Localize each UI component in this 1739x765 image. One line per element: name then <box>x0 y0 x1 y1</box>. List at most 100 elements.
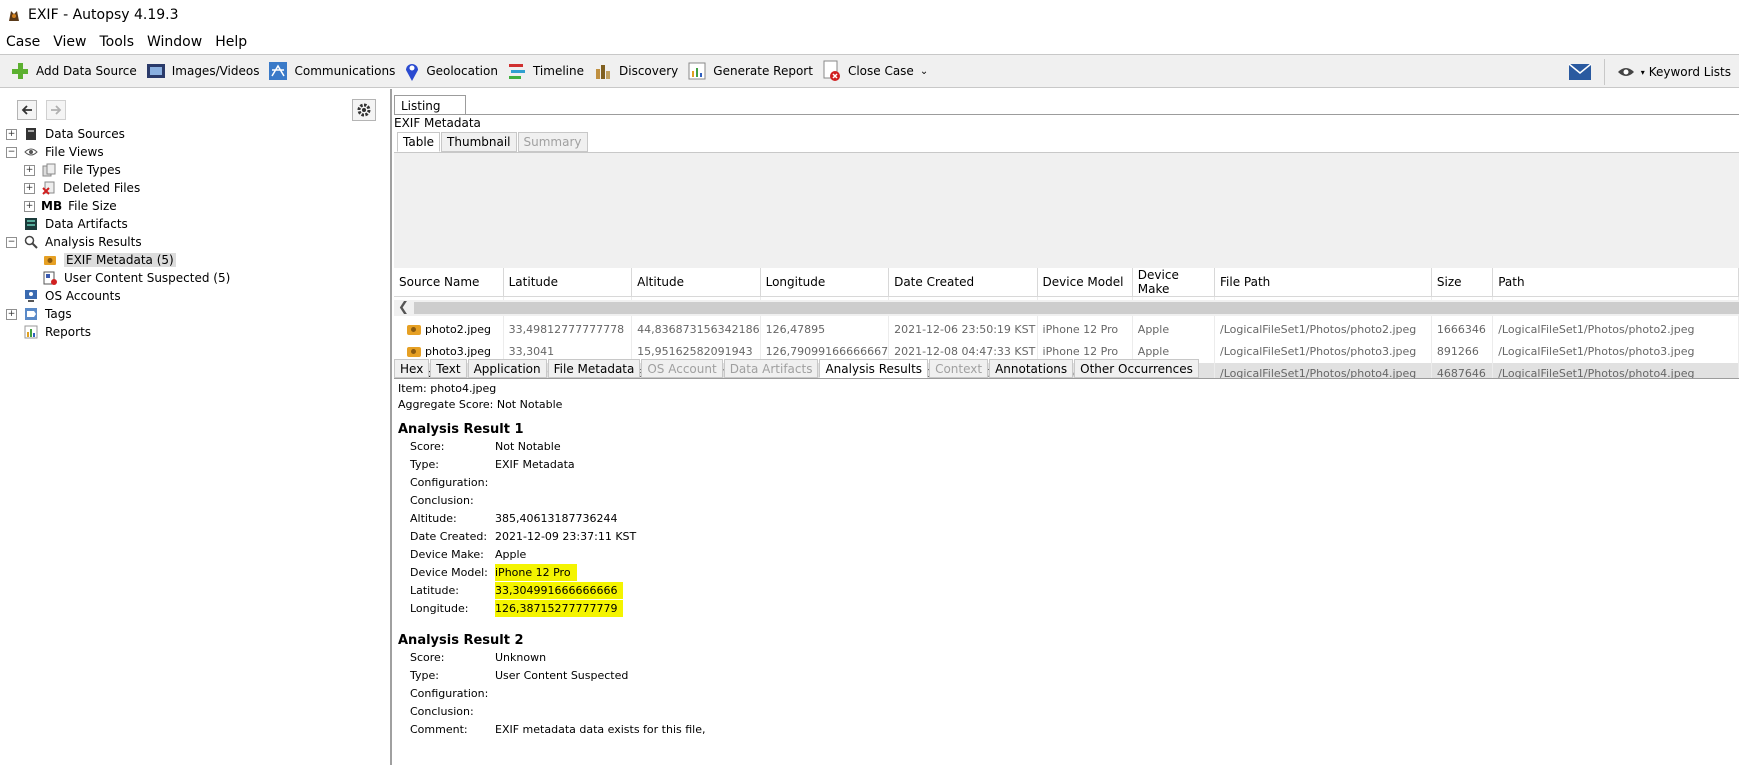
table-cell: 2021-12-06 23:50:19 KST <box>888 318 1038 341</box>
menu-window[interactable]: Window <box>147 34 202 50</box>
images-videos-label: Images/Videos <box>171 64 260 78</box>
tree-item-tags[interactable]: + Tags <box>6 305 72 323</box>
tree-item-file-views[interactable]: − File Views <box>6 143 104 161</box>
listing-subtitle: EXIF Metadata <box>394 116 481 130</box>
column-header[interactable]: Date Created <box>888 268 1038 297</box>
expand-icon[interactable]: + <box>6 308 17 320</box>
column-header[interactable]: Altitude <box>631 268 761 297</box>
tab-application[interactable]: Application <box>467 359 547 378</box>
add-data-source-button[interactable]: Add Data Source <box>10 57 137 85</box>
table-cell: /LogicalFileSet1/Photos/photo2.jpeg <box>1214 318 1432 341</box>
result-title: Analysis Result 2 <box>398 633 524 648</box>
tab-other-occurrences[interactable]: Other Occurrences <box>1074 359 1199 378</box>
tree-item-label: Data Artifacts <box>45 217 128 231</box>
collapse-icon[interactable]: − <box>6 236 17 248</box>
tab-annotations[interactable]: Annotations <box>989 359 1074 378</box>
collapse-icon[interactable]: − <box>6 146 17 158</box>
mail-icon[interactable] <box>1568 63 1592 81</box>
tree-item-os-accounts[interactable]: OS Accounts <box>23 287 121 305</box>
scroll-left-icon[interactable]: ❮ <box>398 300 409 315</box>
column-header[interactable]: Path <box>1492 268 1739 297</box>
column-header[interactable]: Device Model <box>1037 268 1133 297</box>
expand-icon[interactable]: + <box>24 200 35 212</box>
table-cell: 33,49812777777778 <box>503 318 633 341</box>
gear-icon[interactable] <box>352 99 376 121</box>
images-videos-button[interactable]: Images/Videos <box>146 57 260 85</box>
network-icon <box>269 62 288 80</box>
source-name: photo3.jpeg <box>425 345 492 358</box>
field-value: User Content Suspected <box>495 669 628 682</box>
camera-icon <box>407 347 421 357</box>
tab-listing[interactable]: Listing <box>394 95 466 115</box>
forward-arrow-icon[interactable] <box>46 100 66 120</box>
menu-case[interactable]: Case <box>6 34 40 50</box>
scrollbar-thumb[interactable] <box>414 302 1739 314</box>
close-case-button[interactable]: Close Case ⌄ <box>822 57 928 85</box>
timeline-button[interactable]: Timeline <box>507 57 584 85</box>
column-header[interactable]: Source Name <box>394 268 504 297</box>
tab-text[interactable]: Text <box>430 359 467 378</box>
tree-item-label: Deleted Files <box>63 181 141 195</box>
expand-icon[interactable]: + <box>24 164 35 176</box>
table-cell: /LogicalFileSet1/Photos/photo2.jpeg <box>1492 318 1739 341</box>
tree-item-data-sources[interactable]: + Data Sources <box>6 125 125 143</box>
tab-table[interactable]: Table <box>397 132 441 152</box>
tab-data-artifacts: Data Artifacts <box>723 359 819 378</box>
field-value: EXIF Metadata <box>495 458 575 471</box>
generate-report-label: Generate Report <box>713 64 813 78</box>
listing-subtabs: Table Thumbnail Summary <box>397 132 589 152</box>
tab-hex[interactable]: Hex <box>394 359 430 378</box>
table-cell: 891266 <box>1431 340 1494 363</box>
menu-view[interactable]: View <box>53 34 86 50</box>
horizontal-scrollbar[interactable]: ❮ <box>394 300 1739 316</box>
geolocation-label: Geolocation <box>426 64 498 78</box>
tab-thumbnail[interactable]: Thumbnail <box>441 132 517 152</box>
generate-report-button[interactable]: Generate Report <box>687 57 813 85</box>
plus-icon <box>12 63 28 79</box>
field-label: Configuration: <box>410 687 489 700</box>
tree-item-reports[interactable]: Reports <box>23 323 91 341</box>
field-value: iPhone 12 Pro <box>495 564 577 581</box>
field-value: 33,304991666666666 <box>495 582 624 599</box>
geolocation-button[interactable]: Geolocation <box>404 57 498 85</box>
file-types-icon <box>41 162 57 178</box>
toolbar-right: ▾ Keyword Lists <box>1568 55 1731 89</box>
tree-item-exif-metadata[interactable]: EXIF Metadata (5) <box>42 251 176 269</box>
communications-button[interactable]: Communications <box>268 57 395 85</box>
tree-item-label: File Types <box>63 163 121 177</box>
keyword-lists-button[interactable]: ▾ Keyword Lists <box>1617 58 1731 86</box>
tree-item-file-size[interactable]: + MB File Size <box>24 197 117 215</box>
tree-item-file-types[interactable]: + File Types <box>24 161 121 179</box>
field-value-text: Not Notable <box>495 440 561 453</box>
discovery-button[interactable]: Discovery <box>593 57 678 85</box>
column-header[interactable]: Latitude <box>503 268 633 297</box>
back-arrow-icon[interactable] <box>17 100 37 120</box>
tab-analysis-results[interactable]: Analysis Results <box>819 359 929 378</box>
tree-item-deleted-files[interactable]: + Deleted Files <box>24 179 140 197</box>
field-label: Type: <box>410 458 439 471</box>
field-value: Apple <box>495 548 526 561</box>
chevron-down-icon[interactable]: ⌄ <box>920 66 928 77</box>
field-label: Conclusion: <box>410 705 474 718</box>
column-header[interactable]: File Path <box>1214 268 1432 297</box>
tab-file-metadata[interactable]: File Metadata <box>547 359 641 378</box>
table-cell: 44,836873156342186 <box>631 318 761 341</box>
film-icon <box>146 64 165 78</box>
report-icon <box>688 62 706 80</box>
expand-icon[interactable]: + <box>24 182 35 194</box>
field-value-text: Apple <box>495 548 527 561</box>
tree-item-user-content-suspected[interactable]: User Content Suspected (5) <box>42 269 230 287</box>
menu-help[interactable]: Help <box>215 34 247 50</box>
table-row[interactable]: photo2.jpeg 33,49812777777778 44,836873156… <box>394 318 1739 341</box>
column-header[interactable]: Size <box>1431 268 1494 297</box>
menu-tools[interactable]: Tools <box>100 34 135 50</box>
column-header[interactable]: Longitude <box>760 268 890 297</box>
expand-icon[interactable]: + <box>6 128 17 140</box>
table-cell: photo2.jpeg <box>394 318 504 341</box>
tab-os-account: OS Account <box>641 359 723 378</box>
tree-item-analysis-results[interactable]: − Analysis Results <box>6 233 142 251</box>
column-header[interactable]: Device Make <box>1132 268 1216 297</box>
os-accounts-icon <box>23 288 39 304</box>
tree-item-label: File Views <box>45 145 104 159</box>
tree-item-data-artifacts[interactable]: Data Artifacts <box>23 215 128 233</box>
